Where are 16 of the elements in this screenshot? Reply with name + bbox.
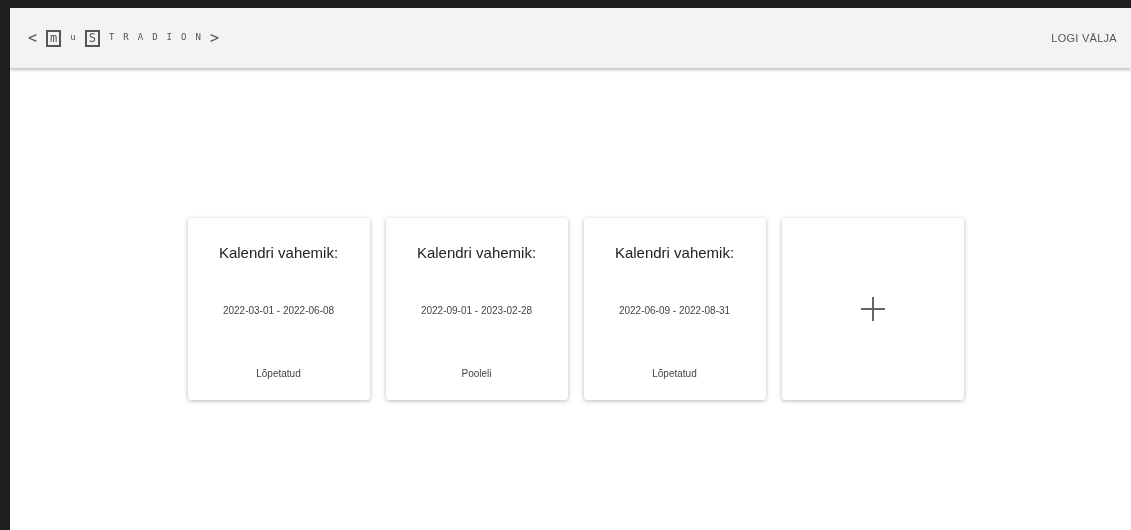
card-title: Kalendri vahemik:: [416, 243, 537, 263]
date-range: 2022-03-01 - 2022-06-08: [222, 303, 335, 318]
period-card[interactable]: Kalendri vahemik: 2022-06-09 - 2022-08-31 Lõpetatud: [583, 218, 766, 400]
status-text: Lõpetatud: [256, 366, 301, 381]
date-range: 2022-09-01 - 2023-02-28: [420, 303, 533, 318]
card-title: Kalendri vahemik:: [218, 243, 339, 263]
logout-button[interactable]: LOGI VÄLJA: [1051, 29, 1117, 47]
status-text: Pooleli: [461, 366, 492, 381]
date-range: 2022-06-09 - 2022-08-31: [618, 303, 731, 318]
status-text: Lõpetatud: [652, 366, 697, 381]
logo[interactable]: < m u S T R A D I O N >: [28, 26, 219, 50]
period-card[interactable]: Kalendri vahemik: 2022-03-01 - 2022-06-08 Lõpetatud: [187, 218, 370, 400]
plus-icon: [860, 297, 885, 321]
period-card[interactable]: Kalendri vahemik: 2022-09-01 - 2023-02-28 Pooleli: [385, 218, 568, 400]
card-title: Kalendri vahemik:: [614, 243, 735, 263]
add-card[interactable]: [781, 218, 964, 400]
